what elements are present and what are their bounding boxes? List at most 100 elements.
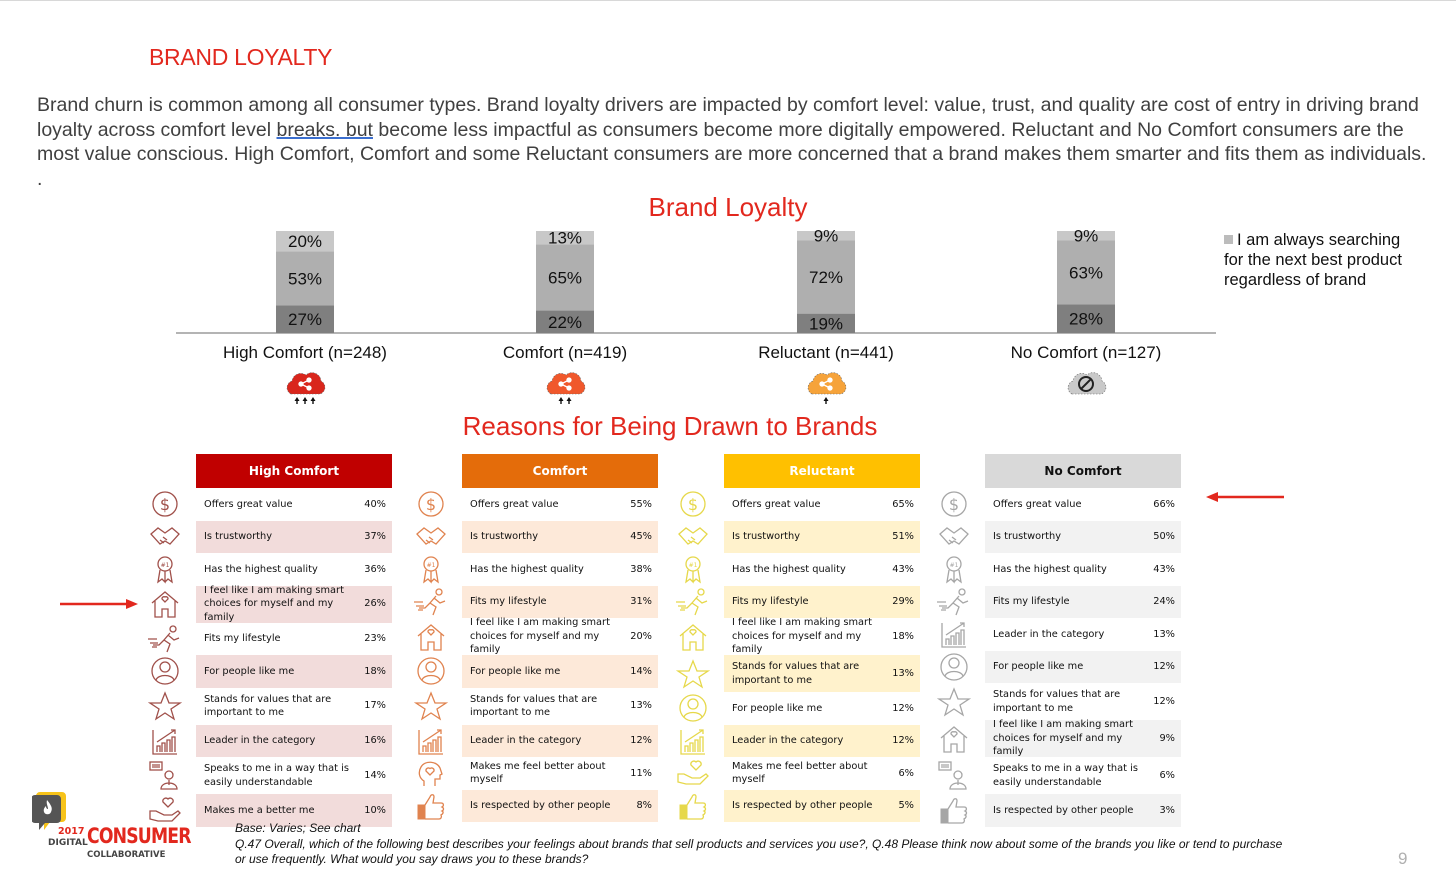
row-label: Fits my lifestyle [470, 596, 547, 607]
award-ribbon-icon: #1 [937, 554, 971, 584]
table-row: $ Offers great value 65% [680, 488, 920, 521]
row-label: Offers great value [470, 498, 559, 510]
person-circle-icon [937, 652, 971, 682]
row-label: Fits my lifestyle [993, 596, 1070, 607]
table-row: Is trustworthy 50% [939, 520, 1181, 553]
row-label: Makes me a better me [204, 804, 315, 816]
bar-data-label: 9% [814, 227, 839, 246]
table-row: Fits my lifestyle 29% [676, 585, 920, 618]
table-row: Is trustworthy 51% [678, 520, 920, 553]
runner-icon [148, 624, 182, 654]
bar-data-label: 63% [1069, 263, 1103, 282]
row-value: 9% [1159, 732, 1175, 744]
row-label: Is respected by other people [993, 804, 1134, 816]
svg-text:#1: #1 [689, 562, 698, 569]
table-row: I feel like I am making smart choices fo… [679, 617, 920, 655]
reasons-table: High Comfort $ Offers great value 40% Is tru… [147, 454, 392, 827]
dollar-icon: $ [937, 489, 971, 519]
growth-chart-icon [414, 726, 448, 756]
row-value: 65% [892, 498, 914, 510]
logo: 2017 DIGITAL CONSUMER COLLABORATIVE [30, 790, 200, 865]
bar-data-label: 19% [809, 314, 843, 333]
svg-text:$: $ [688, 495, 698, 514]
row-value: 11% [630, 767, 652, 779]
row-label: Speaks to me in a way that is easily und… [204, 763, 349, 788]
table-header: Reluctant [724, 454, 920, 488]
row-value: 24% [1153, 596, 1175, 607]
table-row: For people like me 12% [679, 692, 920, 725]
row-label: Has the highest quality [204, 563, 318, 575]
legend-entry: I am always searching for the next best … [1224, 231, 1402, 289]
row-value: 14% [630, 665, 652, 677]
award-ribbon-icon: #1 [414, 554, 448, 584]
row-value: 6% [898, 767, 914, 779]
table-header: High Comfort [196, 454, 392, 488]
row-value: 37% [364, 531, 386, 542]
table-row: Leader in the category 12% [680, 724, 920, 757]
row-value: 6% [1159, 769, 1175, 781]
row-value: 13% [630, 700, 652, 712]
logo-collaborative: COLLABORATIVE [87, 850, 166, 860]
up-arrow-icon [310, 397, 316, 404]
row-label: Leader in the category [470, 735, 582, 746]
runner-icon [676, 587, 710, 617]
person-circle-icon [676, 693, 710, 723]
bar-data-label: 65% [548, 268, 582, 287]
page-number: 9 [1398, 849, 1408, 868]
category-label: Reluctant (n=441) [758, 343, 894, 362]
svg-text:#1: #1 [161, 562, 170, 569]
row-label: For people like me [993, 661, 1084, 672]
row-value: 14% [364, 769, 386, 781]
category-label: No Comfort (n=127) [1010, 343, 1162, 362]
table-row: Is trustworthy 37% [150, 520, 392, 553]
row-value: 13% [892, 667, 914, 679]
house-heart-icon [414, 622, 448, 652]
table-row: For people like me 14% [417, 655, 658, 688]
svg-text:$: $ [160, 495, 170, 514]
row-label: Offers great value [993, 498, 1082, 510]
award-ribbon-icon: #1 [676, 554, 710, 584]
house-heart-icon [937, 724, 971, 754]
row-label: Stands for values that are important to … [732, 661, 860, 686]
bar-data-label: 20% [288, 232, 322, 251]
table-row: #1 Has the highest quality 43% [685, 553, 920, 586]
row-value: 45% [630, 531, 652, 542]
cloud-icon [543, 364, 587, 412]
row-value: 8% [636, 800, 652, 811]
svg-text:#1: #1 [427, 562, 436, 569]
row-label: For people like me [732, 702, 823, 714]
cloud-icon [283, 364, 327, 412]
table-row: I feel like I am making smart choices fo… [151, 585, 392, 623]
table-row: Is respected by other people 5% [679, 789, 920, 822]
row-value: 51% [892, 531, 914, 542]
handshake-icon [414, 522, 448, 552]
row-value: 5% [898, 800, 914, 811]
row-label: Offers great value [204, 498, 293, 510]
row-label: Is trustworthy [470, 531, 539, 542]
row-value: 36% [364, 563, 386, 575]
growth-chart-icon [937, 619, 971, 649]
svg-text:$: $ [426, 495, 436, 514]
logo-brand: CONSUMER [87, 824, 192, 848]
row-value: 10% [364, 804, 386, 816]
footnote-base: Base: Varies; See chart [235, 821, 361, 835]
row-value: 43% [892, 563, 914, 575]
speech-person-icon [148, 760, 182, 791]
table-row: I feel like I am making smart choices fo… [940, 719, 1181, 757]
row-value: 18% [364, 665, 386, 677]
row-label: Leader in the category [204, 735, 316, 746]
reasons-table: Reluctant $ Offers great value 65% Is trustw… [675, 454, 920, 822]
star-icon [413, 691, 449, 721]
house-heart-icon [148, 589, 182, 619]
table-row: Leader in the category 12% [418, 724, 658, 757]
up-arrow-icon [294, 397, 300, 404]
footnote: Base: Varies; See chart Q.47 Overall, wh… [235, 821, 1285, 868]
chart-legend: I am always searching for the next best … [1224, 230, 1404, 290]
up-arrow-icon [566, 397, 572, 404]
table-row: Fits my lifestyle 31% [414, 585, 658, 618]
row-value: 12% [630, 735, 652, 746]
award-ribbon-icon: #1 [148, 554, 182, 584]
star-icon [936, 686, 972, 717]
handshake-icon [937, 522, 971, 552]
up-arrow-icon [823, 397, 829, 404]
